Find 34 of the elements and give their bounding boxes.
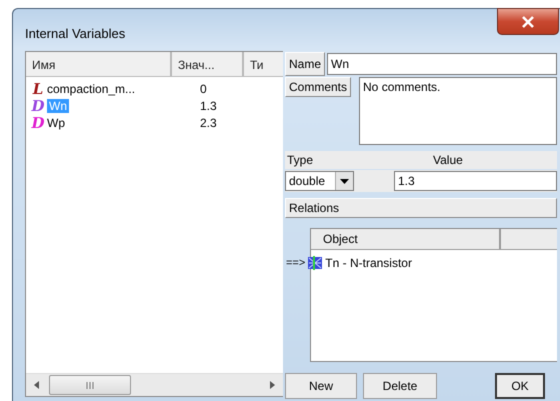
field-label: Type bbox=[287, 153, 314, 167]
transistor-icon bbox=[308, 256, 322, 270]
column-header[interactable]: Ти bbox=[244, 52, 282, 76]
table-cell-text: 2.3 bbox=[200, 116, 218, 130]
dialog-button[interactable]: OK bbox=[495, 373, 545, 399]
value-field[interactable]: 1.3 bbox=[394, 171, 557, 191]
dialog-button[interactable]: New bbox=[285, 373, 357, 399]
type-letter: L bbox=[32, 80, 44, 98]
column-header[interactable]: Имя bbox=[26, 52, 172, 76]
field-label: Name bbox=[285, 52, 326, 76]
list-item[interactable]: Tn - N-transistor bbox=[325, 256, 412, 270]
field-label: Value bbox=[433, 153, 464, 167]
type-letter: D bbox=[30, 114, 46, 132]
section-label: Relations bbox=[285, 198, 557, 218]
scroll-right-icon[interactable] bbox=[270, 381, 275, 389]
close-button[interactable] bbox=[497, 8, 559, 35]
comments-field[interactable]: No comments. bbox=[359, 77, 557, 145]
type-dropdown[interactable]: double bbox=[285, 171, 354, 191]
dialog-button[interactable]: Delete bbox=[363, 373, 437, 399]
type-letter: D bbox=[30, 96, 46, 114]
horizontal-scrollbar[interactable] bbox=[26, 373, 283, 396]
close-icon bbox=[521, 16, 535, 28]
field-label: Comments bbox=[285, 77, 352, 97]
column-header[interactable]: Знач... bbox=[172, 52, 244, 76]
list-item[interactable]: Wp bbox=[47, 116, 175, 130]
table-cell-text: 1.3 bbox=[200, 98, 218, 112]
scrollbar-thumb[interactable] bbox=[49, 375, 131, 395]
scroll-left-icon[interactable] bbox=[34, 381, 39, 389]
name-field[interactable]: Wn bbox=[327, 53, 557, 75]
row-marker: ==> bbox=[286, 257, 306, 269]
grip-icon bbox=[86, 382, 94, 388]
list-item[interactable]: compaction_m... bbox=[47, 82, 175, 96]
window-title: Internal Variables bbox=[25, 26, 126, 41]
dropdown-arrow-icon bbox=[340, 178, 349, 184]
